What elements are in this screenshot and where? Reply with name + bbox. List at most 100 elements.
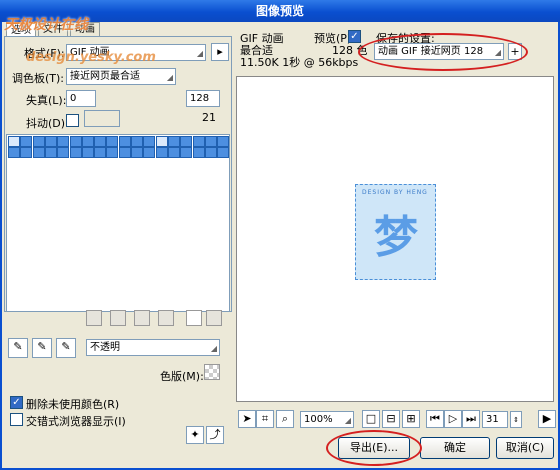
chevron-down-icon: ◢ bbox=[210, 344, 217, 353]
watermark-url: design.yesky.com bbox=[26, 50, 156, 65]
edit-color-icon[interactable] bbox=[158, 310, 174, 326]
play-icon[interactable]: ▷ bbox=[444, 410, 462, 428]
first-frame-icon[interactable]: ⏮ bbox=[426, 410, 444, 428]
loss-label: 失真(L): bbox=[26, 94, 67, 107]
split-view-2-icon[interactable]: ⊟ bbox=[382, 410, 400, 428]
palette-swatch[interactable] bbox=[143, 147, 156, 158]
palette-swatch[interactable] bbox=[20, 136, 33, 147]
dither-label: 抖动(D): bbox=[26, 117, 69, 130]
palette-swatch[interactable] bbox=[217, 147, 230, 158]
palette-swatch[interactable] bbox=[204, 136, 217, 147]
palette-swatch[interactable] bbox=[106, 136, 119, 147]
zoom-value: 100% bbox=[304, 414, 333, 425]
interlaced-checkbox[interactable] bbox=[10, 413, 23, 426]
chevron-down-icon: ◢ bbox=[166, 73, 173, 82]
eyedropper-icon[interactable]: ✎ bbox=[8, 338, 28, 358]
loss-input[interactable]: 0 bbox=[66, 90, 96, 107]
palette-swatch[interactable] bbox=[217, 136, 230, 147]
export-wizard-icon[interactable]: ⤴ bbox=[206, 426, 224, 444]
last-frame-icon[interactable]: ⏭ bbox=[462, 410, 480, 428]
watermark-title: 天极设计在线 bbox=[4, 17, 88, 33]
palette-label: 调色板(T): bbox=[12, 72, 65, 85]
palette-swatch[interactable] bbox=[204, 147, 217, 158]
palette-swatch[interactable] bbox=[180, 147, 193, 158]
dither-checkbox[interactable] bbox=[66, 114, 79, 127]
palette-swatch[interactable] bbox=[167, 147, 180, 158]
crop-tool-icon[interactable]: ⌗ bbox=[256, 410, 274, 428]
chevron-down-icon: ◢ bbox=[196, 49, 203, 58]
pointer-tool-icon[interactable]: ➤ bbox=[238, 410, 256, 428]
palette-swatch[interactable] bbox=[8, 147, 20, 158]
interlaced-label: 交错式浏览器显示(I) bbox=[26, 415, 126, 428]
window-title: 图像预览 bbox=[255, 4, 304, 18]
palette-swatch[interactable] bbox=[32, 136, 45, 147]
format-options-button[interactable]: ▸ bbox=[211, 43, 229, 61]
remove-unused-label: 删除未使用颜色(R) bbox=[26, 398, 120, 411]
cancel-button[interactable]: 取消(C) bbox=[496, 437, 554, 459]
frame-spinner[interactable]: ⇕ bbox=[510, 411, 522, 428]
palette-swatch[interactable] bbox=[57, 147, 70, 158]
palette-swatch[interactable] bbox=[20, 147, 33, 158]
transparent-icon[interactable] bbox=[134, 310, 150, 326]
palette-swatch[interactable] bbox=[69, 147, 82, 158]
palette-swatch[interactable] bbox=[143, 136, 156, 147]
web-snap-icon[interactable] bbox=[110, 310, 126, 326]
palette-swatch[interactable] bbox=[118, 136, 131, 147]
palette-swatch[interactable] bbox=[44, 147, 57, 158]
artwork-glyph: 梦 bbox=[374, 212, 418, 263]
add-color-icon[interactable] bbox=[186, 310, 202, 326]
palette-swatch[interactable] bbox=[106, 147, 119, 158]
palette-swatch[interactable] bbox=[118, 147, 131, 158]
transparency-select[interactable]: 不透明 ◢ bbox=[86, 339, 220, 356]
palette-swatch[interactable] bbox=[155, 147, 168, 158]
single-view-icon[interactable]: □ bbox=[362, 410, 380, 428]
palette-swatch[interactable] bbox=[94, 136, 107, 147]
colors-value: 128 bbox=[190, 93, 210, 104]
remove-unused-checkbox[interactable]: ✓ bbox=[10, 396, 23, 409]
palette-swatch[interactable] bbox=[32, 147, 45, 158]
palette-swatch[interactable] bbox=[180, 136, 193, 147]
palette-swatch[interactable] bbox=[57, 136, 70, 147]
highlight-ellipse bbox=[326, 430, 422, 466]
palette-select[interactable]: 接近网页最合适 ◢ bbox=[66, 68, 176, 85]
lock-color-icon[interactable] bbox=[86, 310, 102, 326]
zoom-tool-icon[interactable]: ⌕ bbox=[276, 410, 294, 428]
frame-value: 31 bbox=[486, 414, 499, 425]
cancel-label: 取消(C) bbox=[505, 441, 545, 454]
dither-amount[interactable] bbox=[84, 110, 120, 127]
trash-icon[interactable] bbox=[206, 310, 222, 326]
palette-swatch[interactable] bbox=[131, 147, 143, 158]
matte-label: 色版(M): bbox=[160, 370, 204, 383]
chevron-down-icon: ◢ bbox=[344, 416, 351, 425]
frame-input[interactable]: 31 bbox=[482, 411, 508, 428]
palette-swatch[interactable] bbox=[81, 147, 94, 158]
colors-input[interactable]: 128 bbox=[186, 90, 220, 107]
optimize-wand-icon[interactable]: ✦ bbox=[186, 426, 204, 444]
transparency-value: 不透明 bbox=[90, 342, 120, 353]
matte-swatch[interactable] bbox=[204, 364, 220, 380]
eyedropper-remove-icon[interactable]: ✎ bbox=[56, 338, 76, 358]
palette-swatch[interactable] bbox=[8, 136, 20, 147]
highlight-ellipse bbox=[358, 33, 528, 71]
zoom-select[interactable]: 100% ◢ bbox=[300, 411, 354, 428]
palette-swatch[interactable] bbox=[81, 136, 94, 147]
palette-swatch[interactable] bbox=[69, 136, 82, 147]
artwork-text: DESIGN BY HENG bbox=[362, 189, 428, 196]
loss-value: 0 bbox=[70, 93, 77, 104]
palette-swatch[interactable] bbox=[155, 136, 168, 147]
palette-swatch[interactable] bbox=[167, 136, 180, 147]
color-count: 21 bbox=[202, 111, 216, 124]
split-view-4-icon[interactable]: ⊞ bbox=[402, 410, 420, 428]
palette-swatch[interactable] bbox=[192, 136, 205, 147]
palette-swatch[interactable] bbox=[192, 147, 205, 158]
window-edge-left bbox=[0, 22, 2, 470]
palette-swatch[interactable] bbox=[131, 136, 143, 147]
eyedropper-add-icon[interactable]: ✎ bbox=[32, 338, 52, 358]
preview-artwork: DESIGN BY HENG 梦 bbox=[355, 184, 436, 280]
ok-button[interactable]: 确定 bbox=[420, 437, 490, 459]
palette-swatch[interactable] bbox=[94, 147, 107, 158]
palette-grid[interactable] bbox=[6, 134, 230, 312]
next-frame-icon[interactable]: ▶ bbox=[538, 410, 556, 428]
palette-swatch[interactable] bbox=[44, 136, 57, 147]
palette-value: 接近网页最合适 bbox=[70, 71, 140, 82]
